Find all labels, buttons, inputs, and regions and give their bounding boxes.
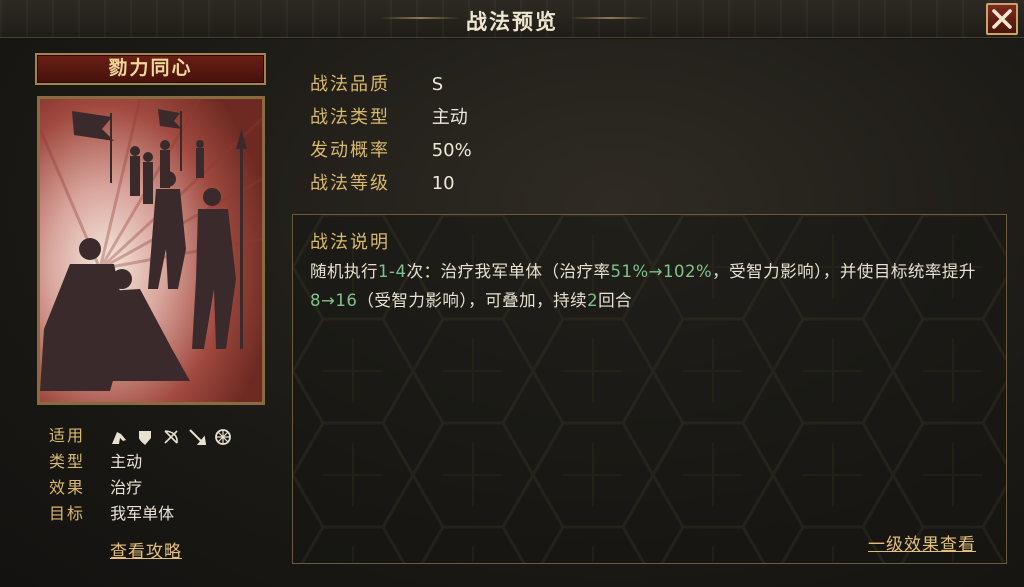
desc-segment: ，受智力影响），并使目标统率提升 — [712, 262, 976, 281]
cavalry-icon — [112, 431, 127, 444]
desc-value: 1-4 — [378, 262, 407, 281]
stat-value: 主动 — [431, 107, 468, 128]
view-guide-link[interactable]: 查看攻略 — [110, 537, 182, 562]
attr-row-troops: 适用 — [49, 422, 232, 446]
stat-key: 战法等级 — [310, 173, 390, 194]
desc-value: 8→16 — [310, 291, 358, 310]
stat-type: 战法类型 主动 — [310, 103, 468, 129]
description-title: 战法说明 — [310, 232, 390, 253]
bow-icon — [164, 429, 178, 444]
desc-segment: 次：治疗我军单体（治疗率 — [406, 262, 611, 281]
attr-row-target: 目标 我军单体 — [49, 500, 174, 524]
level-one-effect-link[interactable]: 一级效果查看 — [868, 530, 976, 555]
spear-icon — [189, 428, 207, 445]
skill-illustration — [37, 96, 265, 405]
stat-value: 10 — [431, 173, 455, 194]
desc-segment: 回合 — [598, 291, 633, 310]
chariot-icon — [215, 428, 231, 445]
troop-icons — [110, 428, 232, 446]
desc-value: 2 — [587, 291, 599, 310]
attr-key: 类型 — [49, 452, 86, 471]
attr-value: 治疗 — [110, 478, 143, 497]
attr-value: 主动 — [110, 452, 143, 471]
close-icon — [992, 9, 1012, 29]
attr-key: 效果 — [49, 478, 86, 497]
shield-icon — [139, 430, 152, 445]
stat-key: 战法类型 — [310, 107, 390, 128]
stat-value: S — [431, 74, 444, 95]
desc-value: 51%→102% — [610, 262, 713, 281]
attr-value: 我军单体 — [110, 504, 175, 523]
desc-segment: （受智力影响），可叠加，持续 — [357, 291, 588, 310]
attr-key: 目标 — [49, 504, 86, 523]
description-text: 随机执行1-4次：治疗我军单体（治疗率51%→102%，受智力影响），并使目标统… — [310, 257, 998, 315]
attr-key: 适用 — [49, 426, 86, 445]
stat-level: 战法等级 10 — [310, 169, 455, 195]
stat-quality: 战法品质 S — [310, 70, 443, 96]
close-button[interactable] — [986, 3, 1018, 35]
stat-trigger-rate: 发动概率 50% — [310, 136, 472, 162]
description-panel: 战法说明 随机执行1-4次：治疗我军单体（治疗率51%→102%，受智力影响），… — [292, 214, 1007, 564]
desc-segment: 随机执行 — [310, 262, 378, 281]
attr-row-type: 类型 主动 — [49, 448, 142, 472]
stat-value: 50% — [431, 140, 472, 161]
title-bar: 战法预览 — [0, 0, 1024, 38]
attr-row-effect: 效果 治疗 — [49, 474, 142, 498]
skill-name-plate: 勠力同心 — [35, 53, 266, 85]
stat-key: 战法品质 — [310, 74, 390, 95]
page-title: 战法预览 — [466, 10, 558, 34]
stat-key: 发动概率 — [310, 140, 390, 161]
